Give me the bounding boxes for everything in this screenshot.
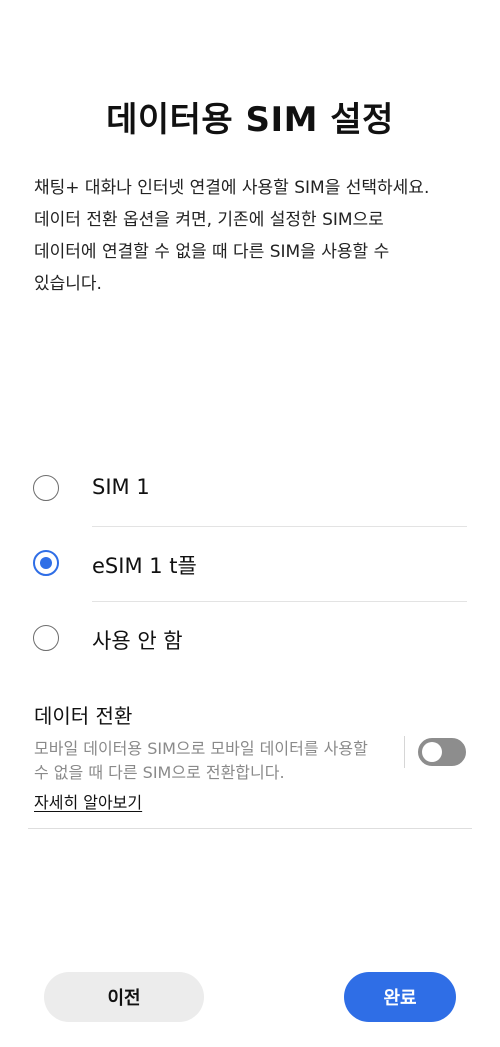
description-line-1: 채팅+ 대화나 인터넷 연결에 사용할 SIM을 선택하세요. xyxy=(34,178,430,198)
vertical-divider xyxy=(404,736,405,768)
radio-unselected-icon[interactable] xyxy=(33,475,59,501)
page-title: 데이터용 SIM 설정 xyxy=(106,100,394,140)
radio-option-esim1[interactable]: eSIM 1 t플 xyxy=(0,527,500,602)
data-switch-toggle[interactable] xyxy=(418,738,466,766)
learn-more-link[interactable]: 자세히 알아보기 xyxy=(34,789,142,813)
prev-button[interactable]: 이전 xyxy=(44,972,204,1022)
radio-option-none[interactable]: 사용 안 함 xyxy=(0,602,500,677)
done-button[interactable]: 완료 xyxy=(344,972,456,1022)
divider xyxy=(28,828,472,829)
data-switch-title: 데이터 전환 xyxy=(34,704,133,728)
radio-unselected-icon[interactable] xyxy=(33,625,59,651)
toggle-knob xyxy=(422,742,442,762)
radio-option-label: 사용 안 함 xyxy=(92,629,183,653)
sim-radio-group: SIM 1 eSIM 1 t플 사용 안 함 xyxy=(0,452,500,677)
data-switch-section: 데이터 전환 모바일 데이터용 SIM으로 모바일 데이터를 사용할 수 없을 … xyxy=(34,700,472,813)
description-line-2: 데이터 전환 옵션을 켜면, 기존에 설정한 SIM으로 xyxy=(34,210,384,230)
radio-option-label: SIM 1 xyxy=(92,475,150,499)
data-switch-description: 모바일 데이터용 SIM으로 모바일 데이터를 사용할 수 없을 때 다른 SI… xyxy=(34,739,368,782)
description: 채팅+ 대화나 인터넷 연결에 사용할 SIM을 선택하세요. 데이터 전환 옵… xyxy=(34,172,474,300)
description-line-4: 있습니다. xyxy=(34,274,102,294)
description-line-3: 데이터에 연결할 수 없을 때 다른 SIM을 사용할 수 xyxy=(34,242,390,262)
radio-option-label: eSIM 1 t플 xyxy=(92,554,197,578)
radio-selected-icon[interactable] xyxy=(33,550,59,576)
radio-option-sim1[interactable]: SIM 1 xyxy=(0,452,500,527)
